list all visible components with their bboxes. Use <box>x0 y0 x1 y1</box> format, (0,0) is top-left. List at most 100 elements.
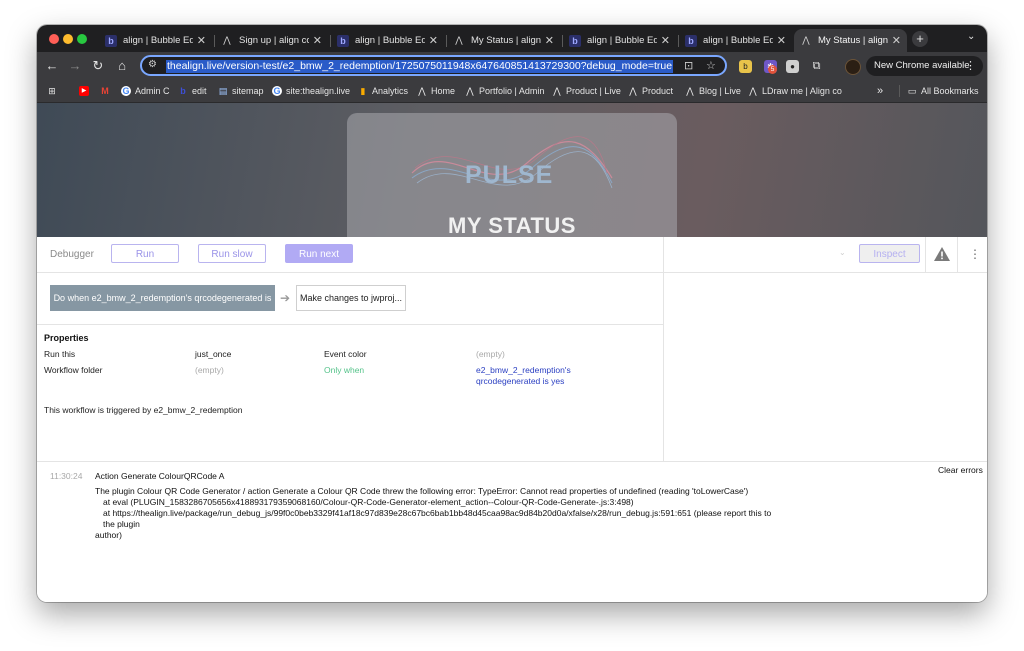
zoom-window-button[interactable] <box>77 34 87 44</box>
inspect-button[interactable]: Inspect <box>859 244 920 263</box>
run-slow-button[interactable]: Run slow <box>198 244 266 263</box>
extension-badge: 5 <box>768 65 777 74</box>
workflow-panel: Do when e2_bmw_2_redemption's qrcodegene… <box>37 273 663 461</box>
arrow-right-icon: ➔ <box>280 291 291 305</box>
bookmark-product[interactable]: ⋀ Product <box>628 84 673 98</box>
workflow-folder-label: Workflow folder <box>44 365 103 375</box>
properties-title: Properties <box>44 333 89 343</box>
bookmark-sitemap[interactable]: ▤ sitemap <box>218 84 264 98</box>
tab-sign-up[interactable]: ⋀ Sign up | align co ✕ <box>215 29 328 52</box>
gmail-icon: M <box>101 86 109 96</box>
tab-title: My Status | align co <box>471 35 541 46</box>
close-icon[interactable]: ✕ <box>197 34 206 47</box>
tab-align-bubble-editor-1[interactable]: b align | Bubble Editor ✕ <box>99 29 212 52</box>
more-vert-icon[interactable]: ⋮ <box>965 56 976 76</box>
more-vert-icon[interactable]: ⋮ <box>969 247 981 261</box>
align-logo-icon: ⋀ <box>749 86 757 96</box>
tab-my-status-1[interactable]: ⋀ My Status | align co ✕ <box>447 29 560 52</box>
tab-strip: b align | Bubble Editor ✕ ⋀ Sign up | al… <box>37 25 987 52</box>
bookmark-blog-live[interactable]: ⋀ Blog | Live <box>685 84 741 98</box>
warning-icon[interactable] <box>933 246 951 262</box>
site-settings-icon[interactable]: ⚙ <box>148 59 157 70</box>
status-card: PULSE MY STATUS <box>347 113 677 237</box>
tab-search-chevron-icon[interactable]: ⌄ <box>967 31 975 42</box>
puzzle-extensions-icon[interactable]: ⧉ <box>810 60 823 73</box>
bookmark-admin-c[interactable]: G Admin C <box>121 84 170 98</box>
bookmark-gmail[interactable]: M <box>100 84 114 98</box>
avatar[interactable] <box>845 59 861 75</box>
workflow-action-box[interactable]: Make changes to jwproj... <box>296 285 406 311</box>
tab-title: align | Bubble Editor <box>123 35 193 46</box>
folder-icon: ▤ <box>218 86 228 96</box>
update-label: New Chrome available <box>874 60 970 71</box>
home-icon[interactable]: ⌂ <box>113 57 131 75</box>
bookmark-analytics[interactable]: ▮ Analytics <box>358 84 409 98</box>
only-when-condition-line2[interactable]: qrcodegenerated is yes <box>476 376 564 387</box>
bubble-icon: b <box>337 34 349 47</box>
new-tab-button[interactable]: + <box>912 31 928 47</box>
google-icon: G <box>121 86 131 96</box>
workflow-event-box[interactable]: Do when e2_bmw_2_redemption's qrcodegene… <box>50 285 275 329</box>
bookmark-home[interactable]: ⋀ Home <box>417 84 455 98</box>
error-message: The plugin Colour QR Code Generator / ac… <box>95 486 775 541</box>
more-bookmarks-chevron-icon[interactable]: » <box>877 84 883 98</box>
close-window-button[interactable] <box>49 34 59 44</box>
bookmark-edit[interactable]: b edit <box>178 84 206 98</box>
bookmark-product-live[interactable]: ⋀ Product | Live <box>552 84 621 98</box>
apps-grid-icon[interactable]: ⊞ <box>47 84 61 98</box>
back-arrow-icon[interactable]: ← <box>43 57 61 75</box>
close-icon[interactable]: ✕ <box>545 34 554 47</box>
only-when-label: Only when <box>324 365 365 375</box>
tab-align-bubble-editor-4[interactable]: b align | Bubble Editor ✕ <box>679 29 792 52</box>
align-logo-icon: ⋀ <box>686 86 694 96</box>
tab-align-bubble-editor-3[interactable]: b align | Bubble Editor ✕ <box>563 29 676 52</box>
google-lens-icon[interactable]: ⊡ <box>684 59 693 72</box>
clear-errors-link[interactable]: Clear errors <box>938 465 983 475</box>
forward-arrow-icon[interactable]: → <box>66 57 84 75</box>
run-next-button[interactable]: Run next <box>285 244 353 263</box>
address-bar[interactable]: ⚙ thealign.live/version-test/e2_bmw_2_re… <box>140 55 727 76</box>
error-line: author) <box>95 530 122 540</box>
bookmark-site-thealign[interactable]: Gsite:thealign.live <box>272 84 350 98</box>
bookmark-star-icon[interactable]: ☆ <box>706 59 716 72</box>
extension-icon[interactable]: ● <box>786 60 799 73</box>
close-icon[interactable]: ✕ <box>661 34 670 47</box>
error-line: at https://thealign.live/package/run_deb… <box>103 508 772 529</box>
close-icon[interactable]: ✕ <box>313 34 322 47</box>
close-icon[interactable]: ✕ <box>429 34 438 47</box>
tab-my-status-active[interactable]: ⋀ My Status | align co ✕ <box>794 29 907 52</box>
minimize-window-button[interactable] <box>63 34 73 44</box>
new-chrome-available-button[interactable]: New Chrome available ⋮ <box>866 56 983 76</box>
align-logo-icon: ⋀ <box>802 35 810 45</box>
debugger-label: Debugger <box>50 249 94 260</box>
bookmarks-bar: ⊞ ▶ M G Admin C b edit ▤ sitemap Gsite:thea… <box>37 80 987 103</box>
bubble-icon: b <box>105 34 117 47</box>
close-icon[interactable]: ✕ <box>892 34 901 47</box>
close-icon[interactable]: ✕ <box>777 34 786 47</box>
extension-icon[interactable]: b <box>739 60 752 73</box>
tab-title: align | Bubble Editor <box>355 35 425 46</box>
tab-align-bubble-editor-2[interactable]: b align | Bubble Editor ✕ <box>331 29 444 52</box>
tab-title: align | Bubble Editor <box>703 35 773 46</box>
trigger-text: This workflow is triggered by e2_bmw_2_r… <box>44 405 243 415</box>
url-text[interactable]: thealign.live/version-test/e2_bmw_2_rede… <box>166 60 674 73</box>
inspect-dropdown-chevron-icon[interactable]: ⌄ <box>839 248 846 257</box>
bubble-icon: b <box>180 86 186 96</box>
only-when-condition-line1[interactable]: e2_bmw_2_redemption's <box>476 365 571 376</box>
bookmark-portfolio-admin[interactable]: ⋀ Portfolio | Admin <box>465 84 544 98</box>
align-logo-icon: ⋀ <box>629 86 637 96</box>
run-button[interactable]: Run <box>111 244 179 263</box>
error-line: at eval (PLUGIN_1583286705656x4188931793… <box>103 497 634 507</box>
all-bookmarks-folder[interactable]: ▭ All Bookmarks <box>907 84 979 98</box>
align-logo-icon: ⋀ <box>418 86 426 96</box>
error-log: Clear errors 11:30:24 Action Generate Co… <box>37 461 987 602</box>
hero-banner: PULSE MY STATUS <box>37 103 987 237</box>
event-color-value: (empty) <box>476 349 505 359</box>
bookmark-youtube[interactable]: ▶ <box>79 84 93 98</box>
tab-title: align | Bubble Editor <box>587 35 657 46</box>
bookmark-ldraw-me[interactable]: ⋀ LDraw me | Align co <box>748 84 842 98</box>
reload-icon[interactable]: ↻ <box>89 57 107 75</box>
run-this-value: just_once <box>195 349 232 359</box>
error-title: Action Generate ColourQRCode A <box>95 471 225 481</box>
debugger-toolbar: Debugger Run Run slow Run next ⌄ Inspect… <box>37 237 987 273</box>
